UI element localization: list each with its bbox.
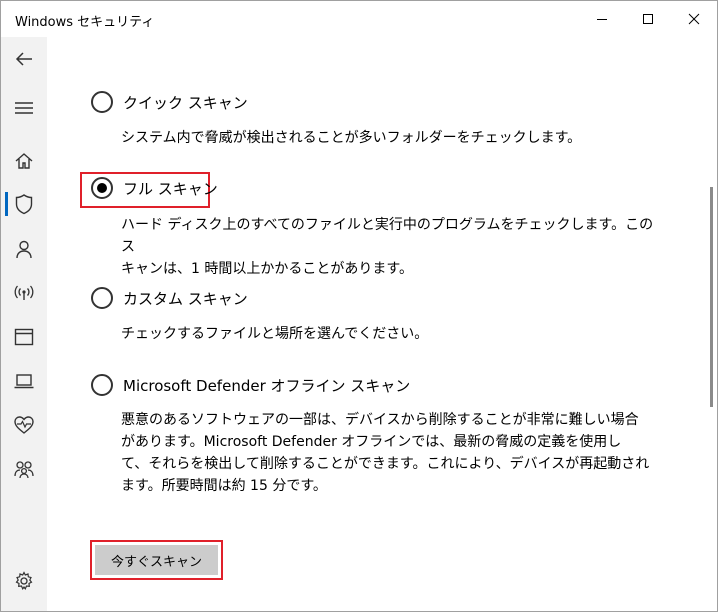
maximize-button[interactable]: [625, 1, 671, 37]
custom-scan-radio[interactable]: [91, 287, 113, 309]
custom-scan-description: チェックするファイルと場所を選んでください。: [121, 323, 661, 345]
offline-scan-option[interactable]: Microsoft Defender オフライン スキャン: [91, 374, 410, 396]
full-scan-radio[interactable]: [91, 177, 113, 199]
nav-firewall-network[interactable]: [1, 273, 47, 313]
quick-scan-label: クイック スキャン: [123, 93, 248, 112]
heart-pulse-icon: [14, 416, 34, 434]
minimize-button[interactable]: [579, 1, 625, 37]
laptop-icon: [14, 374, 34, 389]
nav-settings[interactable]: [1, 561, 47, 601]
offline-scan-label: Microsoft Defender オフライン スキャン: [123, 376, 411, 395]
window-title: Windows セキュリティ: [15, 15, 155, 30]
shield-icon: [15, 194, 33, 215]
description-line: 悪意のあるソフトウェアの一部は、デバイスから削除することが非常に難しい場合: [121, 412, 639, 428]
scrollbar-thumb[interactable]: [710, 187, 713, 407]
close-icon: [688, 13, 700, 25]
back-button[interactable]: [1, 39, 47, 79]
app-browser-icon: [14, 328, 34, 346]
nav-device-security[interactable]: [1, 361, 47, 401]
nav-family-options[interactable]: [1, 449, 47, 489]
title-bar: Windows セキュリティ: [1, 1, 717, 37]
description-line: ます。所要時間は約 15 分です。: [121, 478, 327, 494]
nav-virus-protection[interactable]: [1, 184, 47, 224]
quick-scan-radio[interactable]: [91, 91, 113, 113]
security-window: Windows セキュリティ クイック スキャン システム内で脅威が検出されるこ…: [0, 0, 718, 612]
full-scan-description: ハード ディスク上のすべてのファイルと実行中のプログラムをチェックします。このス…: [121, 214, 661, 280]
description-line: があります。Microsoft Defender オフラインでは、最新の脅威の定…: [121, 434, 622, 450]
nav-device-health[interactable]: [1, 405, 47, 445]
active-indicator: [5, 192, 8, 216]
custom-scan-label: カスタム スキャン: [123, 289, 248, 308]
nav-app-browser-control[interactable]: [1, 317, 47, 357]
scan-options-panel: クイック スキャン システム内で脅威が検出されることが多いフォルダーをチェックし…: [47, 37, 709, 611]
custom-scan-option[interactable]: カスタム スキャン: [91, 287, 248, 309]
description-line: チェックするファイルと場所を選んでください。: [121, 326, 429, 342]
offline-scan-description: 悪意のあるソフトウェアの一部は、デバイスから削除することが非常に難しい場合 があ…: [121, 409, 661, 497]
maximize-icon: [643, 14, 653, 24]
nav-account-protection[interactable]: [1, 229, 47, 269]
description-line: システム内で脅威が検出されることが多いフォルダーをチェックします。: [121, 130, 582, 146]
quick-scan-description: システム内で脅威が検出されることが多いフォルダーをチェックします。: [121, 127, 661, 149]
quick-scan-option[interactable]: クイック スキャン: [91, 91, 248, 113]
description-line: ハード ディスク上のすべてのファイルと実行中のプログラムをチェックします。このス: [121, 217, 654, 255]
full-scan-label: フル スキャン: [123, 179, 218, 198]
settings-gear-icon: [15, 571, 33, 591]
description-line: て、それらを検出して削除することができます。これにより、デバイスが再起動され: [121, 456, 650, 472]
close-button[interactable]: [671, 1, 717, 37]
scan-now-button[interactable]: 今すぐスキャン: [95, 545, 218, 575]
full-scan-option[interactable]: フル スキャン: [91, 177, 218, 199]
menu-button[interactable]: [1, 88, 47, 128]
nav-rail: [1, 37, 47, 611]
offline-scan-radio[interactable]: [91, 374, 113, 396]
wireless-icon: [14, 285, 34, 300]
person-icon: [16, 240, 32, 259]
nav-home[interactable]: [1, 141, 47, 181]
back-arrow-icon: [15, 52, 32, 66]
minimize-icon: [597, 19, 607, 20]
description-line: キャンは、1 時間以上かかることがあります。: [121, 261, 413, 277]
family-icon: [14, 461, 34, 479]
home-icon: [15, 153, 33, 169]
hamburger-menu-icon: [15, 102, 33, 114]
